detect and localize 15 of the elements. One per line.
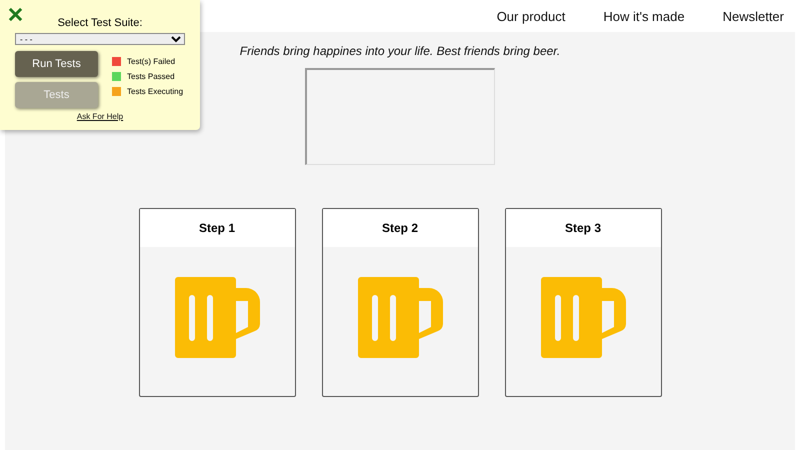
test-button[interactable]: Run Tests bbox=[15, 51, 98, 77]
help-link[interactable]: Ask For Help bbox=[76, 112, 124, 121]
legend-label: Tests Passed bbox=[127, 72, 175, 81]
step-title: Step 2 bbox=[382, 221, 418, 235]
nav-link[interactable]: Newsletter bbox=[722, 8, 784, 24]
nav-link[interactable]: How it's made bbox=[603, 8, 685, 24]
legend-label: Test(s) Failed bbox=[127, 57, 176, 66]
panel-title: Select Test Suite: bbox=[58, 17, 142, 29]
close-icon[interactable] bbox=[8, 7, 23, 22]
nav-link[interactable]: Our product bbox=[496, 8, 566, 24]
suite-dropdown[interactable]: - - - bbox=[15, 33, 185, 45]
legend-label: Tests Executing bbox=[127, 87, 184, 96]
quote-text: Friends bring happines into your life. Best friends bring beer. bbox=[240, 44, 560, 58]
step-title: Step 3 bbox=[564, 221, 601, 235]
step-title: Step 1 bbox=[198, 221, 235, 235]
